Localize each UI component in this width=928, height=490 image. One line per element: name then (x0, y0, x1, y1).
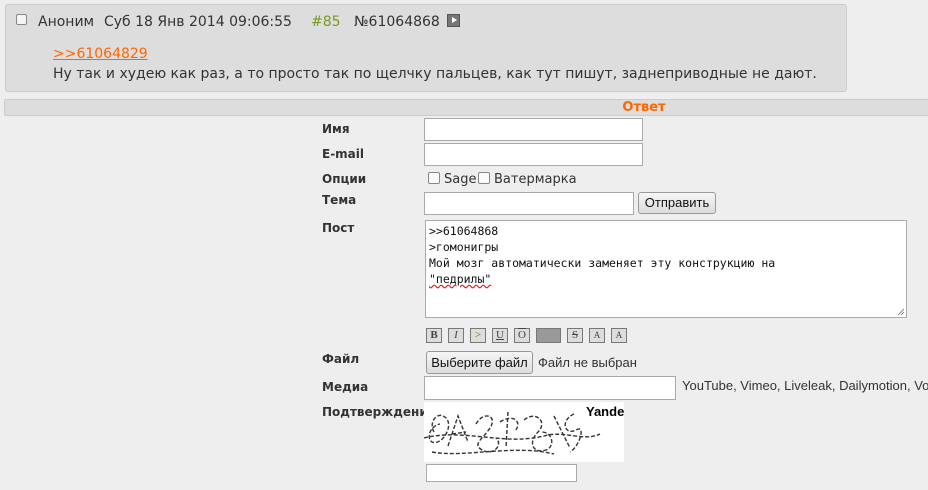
file-label: Файл (322, 352, 360, 366)
post-author: Аноним (38, 14, 95, 30)
italic-button[interactable]: I (448, 328, 464, 343)
sage-label: Sage (444, 172, 477, 187)
post-number-link[interactable]: №61064868 (354, 14, 440, 30)
superscript-button[interactable]: A (589, 328, 605, 343)
media-hint: YouTube, Vimeo, Liveleak, Dailymotion, V… (682, 378, 928, 393)
watermark-checkbox[interactable] (478, 172, 490, 184)
spoiler-button[interactable] (536, 328, 561, 343)
reply-form-header: Ответ (4, 99, 928, 116)
post-textarea[interactable]: >>61064868 >гомонигры Мой мозг автоматич… (425, 220, 907, 318)
captcha-brand: Yandex (586, 404, 624, 419)
captcha-image: Yandex (423, 402, 632, 462)
watermark-label: Ватермарка (494, 172, 577, 187)
subject-input[interactable] (424, 192, 634, 215)
post-container: Аноним Суб 18 Янв 2014 09:06:55 #85 №610… (5, 4, 847, 92)
captcha-label: Подтверждение (322, 405, 436, 419)
reply-link[interactable]: >>61064829 (53, 46, 148, 62)
post-line: >гомонигры (429, 240, 499, 254)
underline-button[interactable]: U (492, 328, 508, 343)
subject-label: Тема (322, 193, 357, 207)
options-label: Опции (322, 172, 367, 186)
post-date: Суб 18 Янв 2014 09:06:55 (104, 14, 292, 30)
strike-button[interactable]: S (567, 328, 583, 343)
overline-button[interactable]: O (514, 328, 530, 343)
reply-form-title: Ответ (622, 100, 666, 115)
post-index: #85 (311, 14, 341, 30)
post-label: Пост (322, 221, 355, 235)
post-line: Мой мозг автоматически заменяет эту конс… (429, 256, 776, 270)
file-status: Файл не выбран (538, 355, 637, 370)
post-line: >>61064868 (429, 224, 499, 238)
name-label: Имя (322, 122, 350, 136)
resize-grip-icon[interactable] (897, 308, 905, 316)
sage-checkbox[interactable] (428, 172, 440, 184)
post-text: Ну так и худею как раз, а то просто так … (53, 66, 817, 82)
quote-button[interactable]: > (470, 328, 486, 343)
choose-file-button[interactable]: Выберите файл (426, 351, 533, 374)
submit-button[interactable]: Отправить (638, 192, 716, 214)
subscript-button[interactable]: A (611, 328, 627, 343)
captcha-drawing: Yandex (423, 404, 632, 455)
email-label: E-mail (322, 147, 365, 161)
media-label: Медиа (322, 380, 369, 394)
media-input[interactable] (424, 376, 676, 400)
bold-button[interactable]: B (426, 328, 442, 343)
email-input[interactable] (424, 143, 643, 166)
post-line: "педрилы" (429, 272, 492, 286)
captcha-input[interactable] (426, 464, 577, 482)
name-input[interactable] (424, 118, 643, 141)
post-select-checkbox[interactable] (16, 14, 27, 25)
play-icon[interactable] (447, 14, 460, 27)
